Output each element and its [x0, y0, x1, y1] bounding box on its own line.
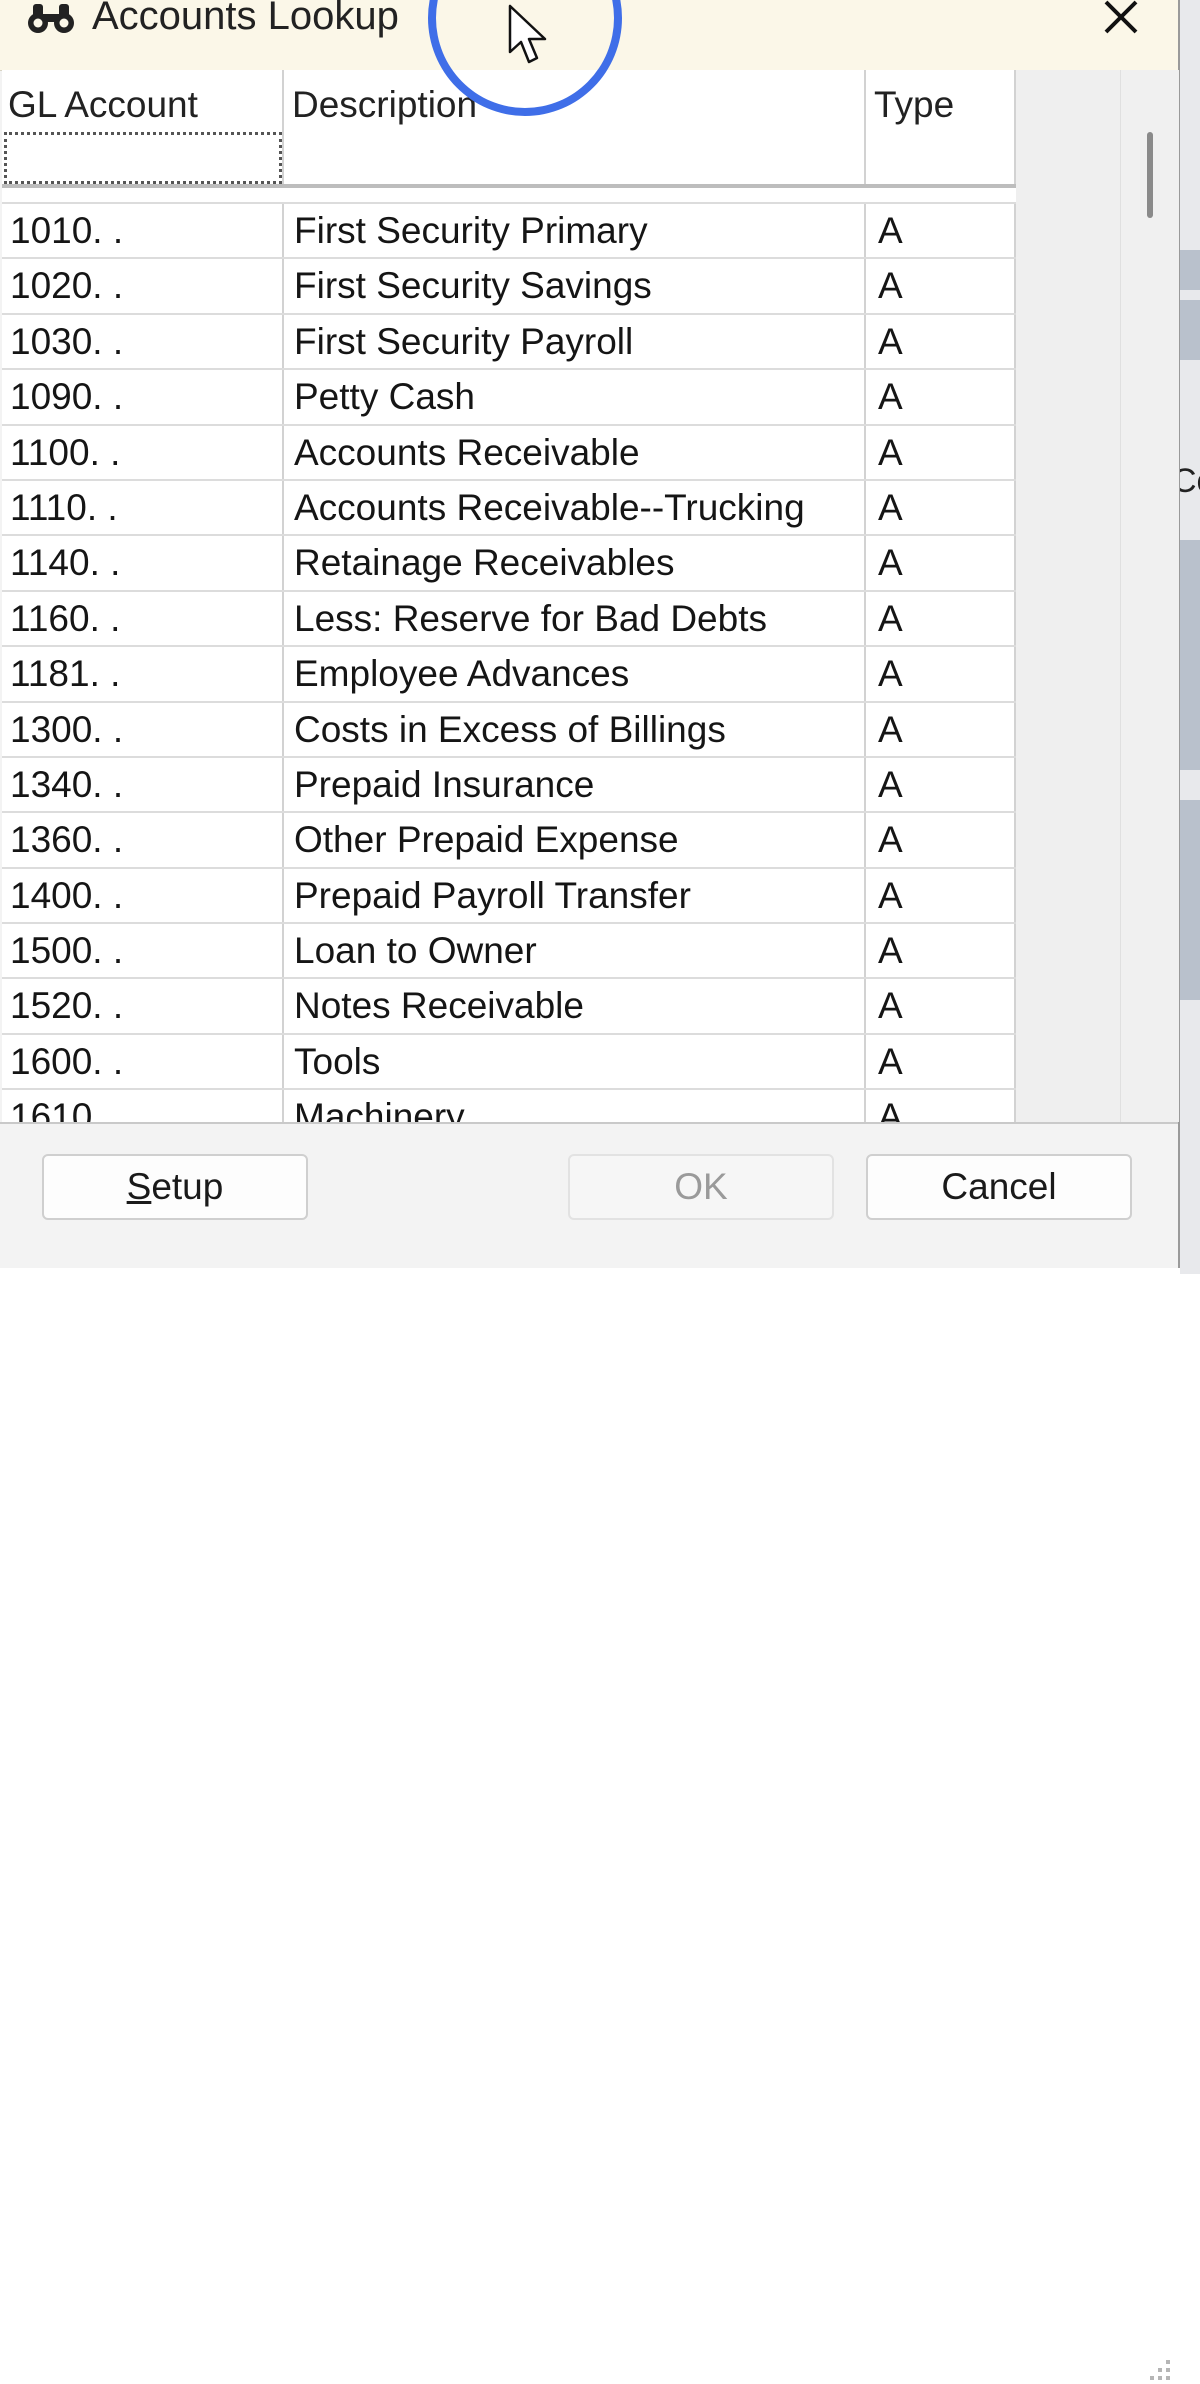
gl-account-cell: 1100. . [2, 425, 284, 479]
table-row[interactable]: 1610. . Machinery A [2, 1090, 1016, 1122]
description-cell: First Security Savings [286, 259, 866, 313]
description-cell: Petty Cash [286, 370, 866, 424]
type-cell: A [868, 480, 1016, 535]
type-cell: A [868, 259, 1016, 313]
type-cell: A [868, 647, 1016, 701]
background-stripe [1180, 540, 1200, 770]
type-cell: A [868, 702, 1016, 756]
description-cell: Accounts Receivable--Trucking [286, 480, 866, 535]
background-stripe [1180, 300, 1200, 360]
table-row[interactable]: 1300. . Costs in Excess of Billings A [2, 702, 1016, 758]
description-cell: Loan to Owner [286, 924, 866, 978]
type-cell: A [868, 370, 1016, 424]
background-app [1180, 0, 1200, 1274]
cancel-button[interactable]: Cancel [866, 1154, 1132, 1220]
description-cell: First Security Payroll [286, 314, 866, 369]
vertical-scrollbar[interactable] [1120, 70, 1179, 1122]
description-cell: Machinery [286, 1090, 866, 1122]
gl-account-cell: 1030. . [2, 314, 284, 369]
type-cell: A [868, 314, 1016, 369]
description-cell: First Security Primary [286, 204, 866, 258]
description-cell: Prepaid Payroll Transfer [286, 868, 866, 923]
binoculars-icon [28, 4, 74, 33]
background-stripe [1180, 800, 1200, 1000]
gl-account-cell: 1090. . [2, 370, 284, 424]
gl-account-cell: 1160. . [2, 591, 284, 646]
scrollbar-thumb[interactable] [1147, 132, 1153, 218]
table-row[interactable]: 1140. . Retainage Receivables A [2, 536, 1016, 592]
description-cell: Accounts Receivable [286, 425, 866, 479]
column-header-description[interactable]: Description [286, 70, 866, 188]
description-cell: Other Prepaid Expense [286, 813, 866, 867]
gl-account-cell: 1520. . [2, 979, 284, 1033]
gl-account-cell: 1140. . [2, 536, 284, 590]
gl-account-cell: 1360. . [2, 813, 284, 867]
table-body: 1010. . First Security Primary A 1020. . Fir… [2, 202, 1016, 1122]
table-row[interactable]: 1520. . Notes Receivable A [2, 979, 1016, 1035]
type-cell: A [868, 1090, 1016, 1122]
gl-account-cell: 1600. . [2, 1034, 284, 1089]
description-cell: Prepaid Insurance [286, 757, 866, 812]
type-cell: A [868, 1034, 1016, 1089]
resize-grip-icon[interactable] [1142, 2352, 1174, 2384]
table-row[interactable]: 1010. . First Security Primary A [2, 202, 1016, 260]
table-row[interactable]: 1020. . First Security Savings A [2, 259, 1016, 315]
type-cell: A [868, 924, 1016, 978]
table-row[interactable]: 1500. . Loan to Owner A [2, 924, 1016, 980]
gl-account-cell: 1020. . [2, 259, 284, 313]
column-header-label: GL Account [8, 84, 198, 125]
gl-account-cell: 1181. . [2, 647, 284, 701]
close-icon[interactable] [1092, 0, 1152, 50]
column-header-type[interactable]: Type [868, 70, 1016, 188]
ok-button[interactable]: OK [568, 1154, 834, 1220]
table-row[interactable]: 1090. . Petty Cash A [2, 370, 1016, 426]
accounts-lookup-dialog: Accounts Lookup GL Account Description T… [0, 0, 1180, 2380]
table-row[interactable]: 1110. . Accounts Receivable--Trucking A [2, 480, 1016, 537]
grid-empty-area [1016, 70, 1120, 1122]
gl-account-cell: 1300. . [2, 702, 284, 756]
type-cell: A [868, 536, 1016, 590]
type-cell: A [868, 757, 1016, 812]
type-cell: A [868, 591, 1016, 646]
column-header-label: Description [292, 84, 478, 125]
gl-account-cell: 1110. . [2, 480, 284, 535]
type-cell: A [868, 979, 1016, 1033]
description-cell: Notes Receivable [286, 979, 866, 1033]
gl-account-cell: 1610. . [2, 1090, 284, 1122]
window-title: Accounts Lookup [92, 0, 399, 38]
table-row[interactable]: 1400. . Prepaid Payroll Transfer A [2, 868, 1016, 925]
background-stripe [1180, 250, 1200, 290]
table-row[interactable]: 1160. . Less: Reserve for Bad Debts A [2, 591, 1016, 648]
description-cell: Tools [286, 1034, 866, 1089]
column-header-label: Type [874, 84, 955, 125]
table-row[interactable]: 1340. . Prepaid Insurance A [2, 757, 1016, 814]
description-cell: Employee Advances [286, 647, 866, 701]
table-row[interactable]: 1360. . Other Prepaid Expense A [2, 813, 1016, 869]
gl-account-cell: 1010. . [2, 204, 284, 258]
table-row[interactable]: 1600. . Tools A [2, 1034, 1016, 1091]
gl-account-cell: 1340. . [2, 757, 284, 812]
table-row[interactable]: 1181. . Employee Advances A [2, 647, 1016, 703]
type-cell: A [868, 425, 1016, 479]
gl-account-cell: 1400. . [2, 868, 284, 923]
type-cell: A [868, 204, 1016, 258]
title-bar[interactable]: Accounts Lookup [0, 0, 1178, 71]
gl-account-cell: 1500. . [2, 924, 284, 978]
button-label: Setup [126, 1166, 224, 1207]
column-header-gl-account[interactable]: GL Account [2, 70, 284, 188]
table-row[interactable]: 1100. . Accounts Receivable A [2, 425, 1016, 481]
type-cell: A [868, 813, 1016, 867]
header-gap [2, 188, 1016, 202]
accounts-grid[interactable]: GL Account Description Type 1010. . First… [2, 70, 1120, 1122]
button-bar: Setup OK Cancel [0, 1122, 1178, 2380]
description-cell: Retainage Receivables [286, 536, 866, 590]
table-row[interactable]: 1030. . First Security Payroll A [2, 314, 1016, 371]
description-cell: Less: Reserve for Bad Debts [286, 591, 866, 646]
gl-account-filter-input[interactable] [4, 132, 282, 184]
description-cell: Costs in Excess of Billings [286, 702, 866, 756]
setup-button[interactable]: Setup [42, 1154, 308, 1220]
type-cell: A [868, 868, 1016, 923]
